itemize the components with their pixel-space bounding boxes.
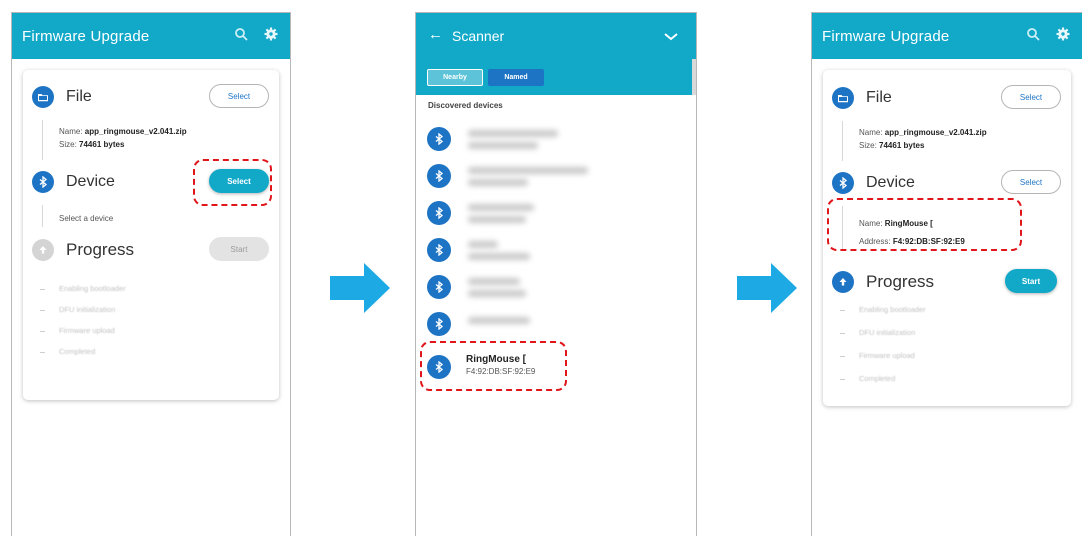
tab-named[interactable]: Named [488,69,544,86]
device-row-blurred[interactable] [468,204,534,211]
back-arrow-icon[interactable]: ← [428,26,443,43]
app-title: Firmware Upgrade [822,27,950,45]
app-title: Firmware Upgrade [22,27,150,45]
chevron-down-icon[interactable] [664,33,678,41]
step-firmware-upload: Firmware upload [59,326,115,335]
screen-firmware-upgrade-device-selected: Firmware Upgrade File Select Name: app_r… [811,12,1082,536]
folder-icon [32,86,54,108]
bluetooth-icon [832,172,854,194]
progress-label: Progress [866,272,935,291]
step-enabling-bootloader: Enabling bootloader [59,284,126,293]
highlight-device-select [193,159,272,206]
device-hint: Select a device [59,214,114,223]
scanner-title: Scanner [452,28,505,44]
device-row-blurred[interactable] [468,167,588,174]
folder-icon [832,87,854,109]
arrow-right-icon [330,263,390,313]
file-info: Name: app_ringmouse_v2.041.zip Size: 744… [859,128,987,150]
file-section: File Select [32,84,269,110]
file-info: Name: app_ringmouse_v2.041.zip Size: 744… [59,127,187,149]
step-firmware-upload: Firmware upload [859,351,915,360]
progress-label: Progress [66,240,135,259]
screen-firmware-upgrade-initial: Firmware Upgrade File Select Name: app_r… [11,12,291,536]
device-row-blurred[interactable] [468,241,498,248]
arrow-right-icon [737,263,797,313]
step-enabling-bootloader: Enabling bootloader [859,305,926,314]
bluetooth-icon [427,164,451,188]
device-label: Device [866,174,915,191]
device-select-button[interactable]: Select [1001,170,1061,194]
app-bar: Firmware Upgrade [812,13,1082,59]
bluetooth-icon [32,171,54,193]
upload-icon [832,271,854,293]
gear-icon[interactable] [1056,27,1070,41]
scrollbar[interactable] [692,59,696,95]
device-label: Device [66,173,115,190]
gear-icon[interactable] [264,27,278,41]
step-dfu-initialization: DFU initialization [859,328,916,337]
step-completed: Completed [859,374,896,383]
step-dfu-initialization: DFU initialization [59,305,116,314]
bluetooth-icon [427,312,451,336]
start-button[interactable]: Start [209,237,269,261]
bluetooth-icon [427,201,451,225]
search-icon[interactable] [234,27,248,41]
bluetooth-icon [427,127,451,151]
highlight-device-info [827,198,1022,251]
upload-icon [32,239,54,261]
tab-nearby[interactable]: Nearby [427,69,483,86]
step-completed: Completed [59,347,96,356]
bluetooth-icon [427,275,451,299]
bluetooth-icon [427,238,451,262]
search-icon[interactable] [1026,27,1040,41]
upgrade-card: File Select Name: app_ringmouse_v2.041.z… [23,70,279,400]
file-section: File Select [832,85,1061,111]
progress-section: Progress Start [832,269,1061,295]
start-button[interactable]: Start [1005,269,1057,293]
file-label: File [866,89,892,106]
file-label: File [66,88,92,105]
device-row-blurred[interactable] [468,278,520,285]
file-select-button[interactable]: Select [209,84,269,108]
highlight-ringmouse-device [420,341,567,391]
screen-scanner: ← Scanner Nearby Named Discovered device… [415,12,697,536]
discovered-devices-heading: Discovered devices [428,101,503,110]
progress-section: Progress Start [32,237,269,263]
device-row-blurred[interactable] [468,130,558,137]
stage: Firmware Upgrade File Select Name: app_r… [0,0,1082,536]
device-section: Device Select [832,170,1061,196]
scanner-app-bar: ← Scanner Nearby Named [416,13,696,95]
device-row-blurred[interactable] [468,317,530,324]
file-select-button[interactable]: Select [1001,85,1061,109]
app-bar: Firmware Upgrade [12,13,290,59]
